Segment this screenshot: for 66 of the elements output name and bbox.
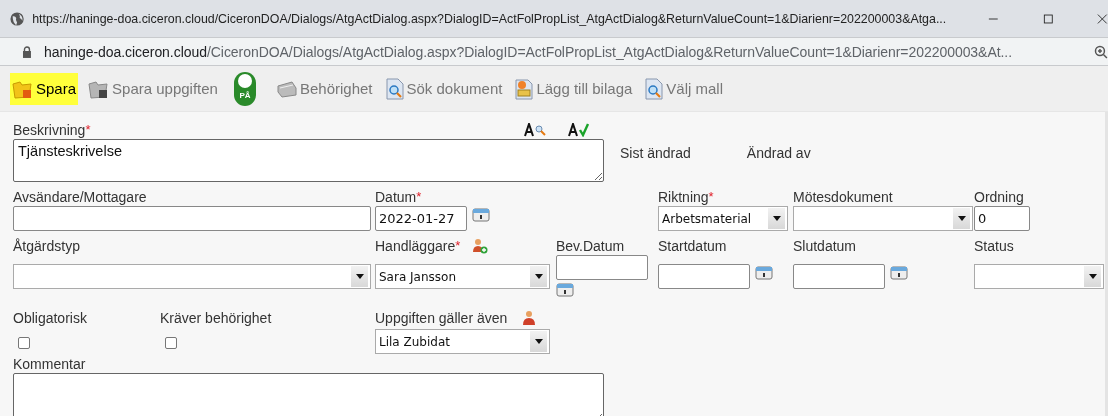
caret-icon: [534, 339, 543, 344]
globe-icon: [10, 10, 25, 27]
person-icon[interactable]: [521, 310, 538, 326]
date-field[interactable]: 2022-01-27: [375, 206, 467, 231]
caret-icon: [534, 274, 543, 279]
zoom-icon[interactable]: [1094, 44, 1108, 59]
toolbar-button[interactable]: Välj mall: [642, 72, 725, 105]
close-icon[interactable]: [1097, 12, 1108, 25]
toolbar-button[interactable]: Spara: [10, 72, 79, 105]
field-label: Slutdatum: [793, 237, 857, 255]
checkbox[interactable]: [165, 337, 177, 349]
caret-icon: [1088, 274, 1097, 279]
document-search-icon: [644, 77, 665, 100]
caret-icon: [957, 216, 966, 221]
caret-icon: [355, 274, 364, 279]
last-changed-label: Sist ändrad: [620, 145, 691, 161]
lock-icon: [22, 45, 32, 58]
document-search-icon: [384, 77, 405, 100]
toolbar-button[interactable]: Lägg till bilaga: [512, 72, 635, 105]
required-mark: *: [85, 121, 91, 137]
field-label: Bev.Datum: [556, 237, 625, 255]
handler-dropdown[interactable]: Sara Jansson: [375, 264, 550, 289]
maximize-icon[interactable]: [1042, 12, 1054, 25]
field-label: Datum: [375, 188, 417, 206]
calendar-icon[interactable]: [472, 207, 490, 222]
meeting-document-dropdown[interactable]: [793, 206, 973, 231]
calendar-icon[interactable]: [755, 265, 773, 280]
field-label: Kräver behörighet: [160, 309, 272, 327]
field-label: Kommentar: [13, 355, 86, 373]
field-label: Ordning: [974, 188, 1024, 206]
field-label: Beskrivning: [13, 121, 86, 139]
spell-search-icon[interactable]: [524, 123, 548, 137]
toolbar-button[interactable]: Sök dokument: [382, 72, 505, 105]
field-label: Uppgiften gäller även: [375, 309, 508, 327]
calendar-icon[interactable]: [890, 265, 908, 280]
date-field[interactable]: [658, 264, 750, 289]
field-label: Avsändare/Mottagare: [13, 188, 147, 206]
also-applies-dropdown[interactable]: Lila Zubidat: [375, 329, 550, 354]
field-label: Obligatorisk: [13, 309, 87, 327]
required-mark: *: [416, 188, 422, 206]
window-title: https://haninge-doa.ciceron.cloud/CiceronDOA/Dialogs/AtgActDialog.aspx?DialogID=ActFolPropList_AtgActDialog&ReturnValueCount=1&Diarienr=202200003&Atga...: [32, 11, 947, 26]
required-mark: *: [708, 188, 714, 204]
caret-icon: [772, 216, 781, 221]
calendar-icon[interactable]: [556, 282, 574, 297]
spell-check-icon[interactable]: [568, 123, 590, 137]
field-label: Mötesdokument: [793, 188, 893, 206]
toggle-switch[interactable]: PÅ: [233, 71, 256, 106]
field-label: Status: [974, 237, 1014, 255]
checkbox[interactable]: [18, 337, 30, 349]
document-image-icon: [514, 77, 535, 100]
field-label: Handläggare: [375, 237, 456, 255]
add-person-icon[interactable]: [472, 238, 489, 254]
order-field[interactable]: 0: [974, 206, 1030, 231]
action-type-dropdown[interactable]: [13, 264, 371, 289]
required-mark: *: [455, 237, 461, 253]
sender-field[interactable]: [13, 206, 371, 231]
date-field[interactable]: [556, 255, 648, 280]
direction-dropdown[interactable]: Arbetsmaterial: [658, 206, 788, 231]
status-dropdown[interactable]: [974, 264, 1104, 289]
field-label: Startdatum: [658, 237, 727, 255]
date-field[interactable]: [793, 264, 885, 289]
description-field[interactable]: Tjänsteskrivelse: [13, 139, 604, 182]
field-label: Riktning: [658, 188, 709, 206]
comment-field[interactable]: [13, 373, 604, 416]
field-label: Åtgärdstyp: [13, 237, 80, 255]
changed-by-label: Ändrad av: [746, 145, 811, 161]
